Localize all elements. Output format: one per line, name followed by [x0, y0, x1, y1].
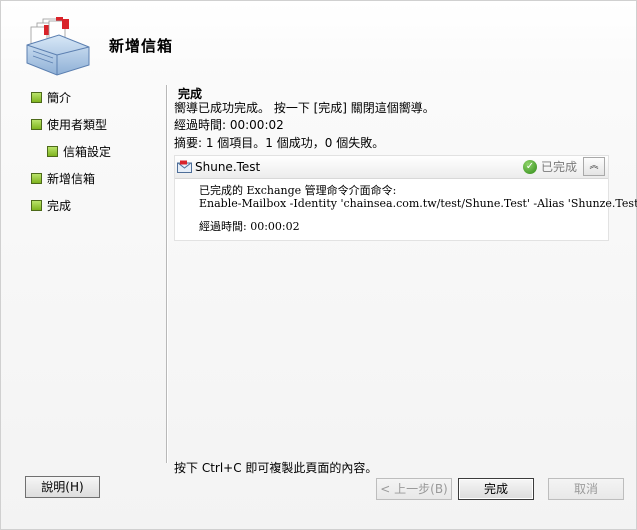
chevron-up-icon: ︽	[589, 161, 599, 171]
task-details: 已完成的 Exchange 管理命令介面命令: Enable-Mailbox -…	[199, 184, 637, 233]
help-button[interactable]: 說明(H)	[25, 476, 100, 498]
elapsed-time: 經過時間: 00:00:02	[174, 118, 284, 132]
step-user-type: 使用者類型	[31, 116, 107, 134]
step-bullet-icon	[31, 200, 42, 211]
mailbox-icon	[177, 160, 192, 173]
check-icon: ✓	[523, 159, 537, 174]
back-button[interactable]: < 上一步(B)	[376, 478, 452, 500]
command-text: Enable-Mailbox -Identity 'chainsea.com.t…	[199, 197, 637, 210]
wizard-title: 新增信箱	[109, 37, 174, 55]
step-completion: 完成	[31, 197, 71, 215]
summary-text: 摘要: 1 個項目。1 個成功，0 個失敗。	[174, 136, 385, 150]
step-new-mailbox: 新增信箱	[31, 170, 95, 188]
mailbox-stack-icon	[26, 17, 90, 76]
step-mailbox-settings: 信箱設定	[47, 143, 111, 161]
task-name: Shune.Test	[195, 160, 261, 174]
status-label: 已完成	[541, 160, 578, 174]
task-header: Shune.Test ✓ 已完成 ︽	[175, 156, 608, 179]
step-introduction: 簡介	[31, 89, 71, 107]
copy-hint: 按下 Ctrl+C 即可複製此頁面的內容。	[174, 461, 378, 475]
task-status: ✓ 已完成	[523, 159, 577, 175]
task-result-panel: Shune.Test ✓ 已完成 ︽ 已完成的 Exchange 管理命令介面命令…	[174, 155, 637, 241]
step-bullet-icon	[47, 146, 58, 157]
command-label: 已完成的 Exchange 管理命令介面命令:	[199, 184, 397, 197]
step-label: 新增信箱	[47, 172, 96, 186]
finish-button[interactable]: 完成	[458, 478, 534, 500]
wizard-window: 新增信箱 簡介 使用者類型 信箱設定 新增信箱 完成 完成 嚮導已成功完成。 按…	[0, 0, 637, 530]
divider	[166, 85, 168, 463]
step-bullet-icon	[31, 119, 42, 130]
cancel-button[interactable]: 取消	[548, 478, 624, 500]
step-label: 簡介	[47, 91, 72, 105]
task-elapsed: 經過時間: 00:00:02	[199, 220, 300, 233]
collapse-button[interactable]: ︽	[583, 157, 605, 176]
step-label: 使用者類型	[47, 118, 108, 132]
step-bullet-icon	[31, 173, 42, 184]
step-bullet-icon	[31, 92, 42, 103]
step-label: 信箱設定	[63, 145, 112, 159]
completion-message: 嚮導已成功完成。 按一下 [完成] 關閉這個嚮導。	[174, 101, 435, 115]
step-label: 完成	[47, 199, 72, 213]
